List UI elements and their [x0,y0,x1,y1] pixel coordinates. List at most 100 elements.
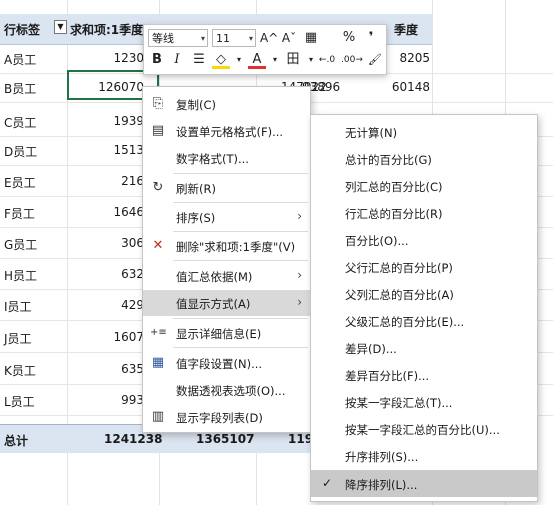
submenu-item[interactable]: 升序排列(S)... [311,442,537,469]
refresh-icon: ↻ [152,180,164,195]
cell-q1: 1230 [113,51,144,65]
submenu-item[interactable]: 总计的百分比(G) [311,145,537,172]
bold-icon[interactable]: B [148,51,166,69]
submenu-item[interactable]: 按某一字段汇总(T)... [311,388,537,415]
row-label: B员工 [4,82,37,96]
submenu-item[interactable]: 按某一字段汇总的百分比(U)... [311,415,537,442]
menu-item-remove-field[interactable]: ✕ 删除"求和项:1季度"(V) [143,233,310,259]
italic-icon[interactable]: I [168,51,186,69]
row-label: E员工 [4,176,36,190]
submenu-item[interactable]: 行汇总的百分比(R) [311,199,537,226]
row-label: F员工 [4,207,35,221]
submenu-item-label: 父级汇总的百分比(E)... [345,315,465,329]
menu-separator [173,231,308,232]
font-color-icon[interactable]: A [248,51,266,69]
submenu-item-label: 差异百分比(F)... [345,369,430,383]
row-labels-header[interactable]: 行标签 [4,21,40,38]
percent-style-icon[interactable]: % [340,29,358,47]
menu-item-number-format[interactable]: 数字格式(T)... [143,145,310,171]
submenu-item[interactable]: 父级汇总的百分比(E)... [311,307,537,334]
cell-q1: 1939 [113,114,144,128]
menu-separator [173,260,308,261]
fill-color-icon[interactable]: ◇ [212,51,230,69]
row-label: G员工 [4,238,38,252]
borders-icon[interactable]: 田 [284,51,302,69]
menu-item-sort[interactable]: 排序(S) › [143,204,310,230]
font-name-value: 等线 [152,32,174,45]
font-size-select[interactable]: 11 ▾ [212,29,256,47]
chevron-right-icon: › [297,295,302,309]
chevron-down-icon: ▾ [248,34,253,43]
menu-item-label: 值显示方式(A) [176,297,251,311]
row-label: J员工 [4,332,32,346]
submenu-item-label: 升序排列(S)... [345,450,419,464]
font-name-select[interactable]: 等线 ▾ [148,29,208,47]
chevron-down-icon[interactable]: ▾ [266,51,284,69]
submenu-item[interactable]: 父行汇总的百分比(P) [311,253,537,280]
submenu-item[interactable]: 差异(D)... [311,334,537,361]
submenu-item-label: 按某一字段汇总的百分比(U)... [345,423,500,437]
menu-item-label: 数字格式(T)... [176,152,249,166]
font-size-value: 11 [216,32,230,45]
submenu-item[interactable]: 百分比(O)... [311,226,537,253]
decrease-decimal-icon[interactable]: .00→ [340,51,364,69]
menu-separator [173,318,308,319]
total-label: 总计 [4,434,29,448]
submenu-item[interactable]: 差异百分比(F)... [311,361,537,388]
cell-q1: 1513 [113,143,144,157]
submenu-item[interactable]: 列汇总的百分比(C) [311,172,537,199]
menu-item-copy[interactable]: ⎘ 复制(C) [143,91,310,117]
chevron-down-icon: ▾ [200,34,205,43]
checkmark-icon: ✓ [322,476,333,490]
chevron-right-icon: › [297,268,302,282]
menu-item-value-field-settings[interactable]: ▦ 值字段设置(N)... [143,350,310,376]
sum-q1-header[interactable]: 求和项:1季度 [70,21,143,38]
row-label: I员工 [4,300,32,314]
align-center-icon[interactable]: ☰ [190,51,208,69]
menu-item-label: 排序(S) [176,211,216,225]
menu-item-refresh[interactable]: ↻ 刷新(R) [143,175,310,201]
menu-separator [173,347,308,348]
row-label: L员工 [4,395,35,409]
menu-item-show-field-list[interactable]: ▥ 显示字段列表(D) [143,404,310,430]
menu-item-format-cells[interactable]: ▤ 设置单元格格式(F)... [143,118,310,144]
context-menu: ⎘ 复制(C) ▤ 设置单元格格式(F)... 数字格式(T)... ↻ 刷新(… [142,86,311,433]
copy-icon: ⎘ [152,96,164,111]
field-list-icon: ▥ [151,409,165,424]
submenu-item-label: 按某一字段汇总(T)... [345,396,453,410]
submenu-item[interactable]: 父列汇总的百分比(A) [311,280,537,307]
menu-item-show-details[interactable]: +≡ 显示详细信息(E) [143,320,310,346]
submenu-item-label: 无计算(N) [345,126,398,140]
delete-x-icon: ✕ [152,238,164,253]
comma-style-icon[interactable]: ❜ [362,29,380,47]
grow-font-icon[interactable]: A^ [260,29,278,47]
submenu-item-label: 降序排列(L)... [345,478,418,492]
increase-decimal-icon[interactable]: ←.0 [316,51,338,69]
format-painter-icon[interactable]: 🖌 [366,51,384,69]
format-cells-icon: ▤ [151,123,165,138]
cell-q1: 632 [121,267,144,281]
menu-item-show-values-as[interactable]: 值显示方式(A) › [143,290,310,316]
chevron-down-icon[interactable]: ▾ [230,51,248,69]
menu-item-label: 刷新(R) [176,182,216,196]
menu-item-label: 删除"求和项:1季度"(V) [176,240,296,254]
row-label: C员工 [4,116,37,130]
total-q2: 1365107 [196,432,255,446]
submenu-item-descending[interactable]: ✓ 降序排列(L)... [311,470,537,497]
row-label: A员工 [4,53,37,67]
accounting-format-icon[interactable]: ▦ [302,29,320,47]
submenu-item[interactable]: 无计算(N) [311,118,537,145]
submenu-item-label: 父列汇总的百分比(A) [345,288,454,302]
submenu-item-label: 总计的百分比(G) [345,153,432,167]
cell-q4: 60148 [391,80,430,94]
submenu-item-label: 行汇总的百分比(R) [345,207,443,221]
cell-q1: 993 [121,393,144,407]
q4-header[interactable]: 季度 [394,21,418,38]
menu-item-summarize-by[interactable]: 值汇总依据(M) › [143,263,310,289]
show-details-icon: +≡ [150,327,167,338]
cell-q1: 635 [121,362,144,376]
row-label: K员工 [4,364,36,378]
shrink-font-icon[interactable]: Aˇ [280,29,298,47]
filter-dropdown-icon[interactable]: ▼ [54,20,67,34]
menu-item-pivot-options[interactable]: 数据透视表选项(O)... [143,377,310,403]
